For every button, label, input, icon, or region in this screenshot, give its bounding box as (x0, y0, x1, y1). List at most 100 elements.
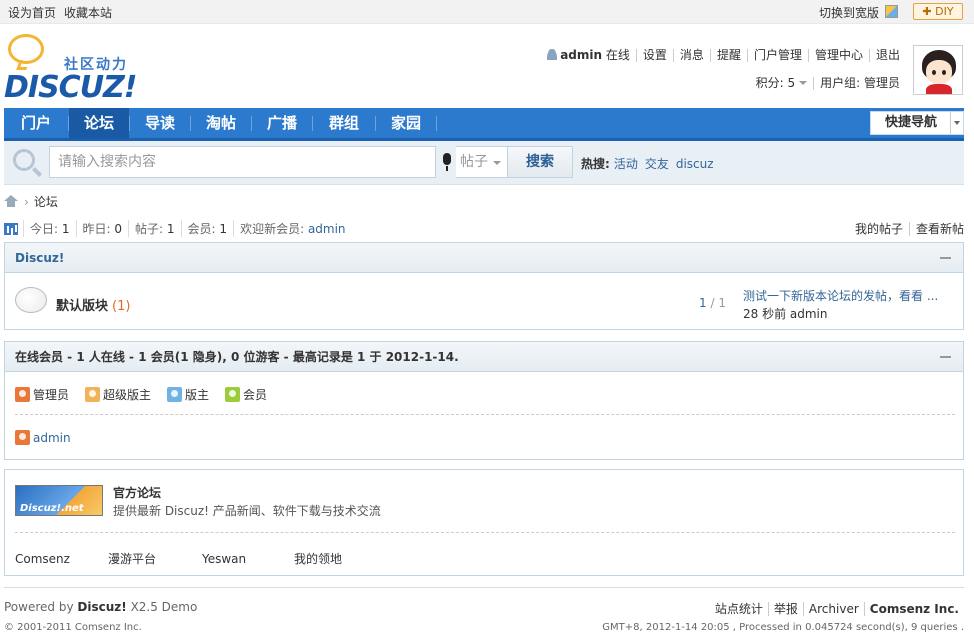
hot-keyword[interactable]: discuz (676, 157, 714, 171)
main-nav: 门户 论坛 导读 淘帖 广播 群组 家园 快捷导航 (4, 108, 964, 141)
copyright: © 2001-2011 Comsenz Inc. (4, 622, 142, 633)
hot-keyword[interactable]: 活动 (614, 157, 638, 171)
site-stats-link[interactable]: 站点统计 (710, 602, 768, 616)
friend-link[interactable]: Comsenz (15, 552, 108, 566)
username-link[interactable]: admin (560, 48, 602, 62)
microphone-icon[interactable] (443, 153, 451, 171)
admin-center-link[interactable]: 管理中心 (807, 49, 869, 62)
switch-wide-link[interactable]: 切换到宽版 (819, 4, 879, 21)
user-nav: admin 在线 设置 消息 提醒 门户管理 管理中心 退出 (541, 48, 906, 62)
online-member[interactable]: admin (15, 430, 71, 445)
search-button[interactable]: 搜索 (507, 146, 573, 178)
collapse-icon[interactable] (940, 356, 951, 358)
forum-bubble-icon (15, 287, 47, 313)
credits-label: 积分: 5 (755, 76, 796, 90)
super-moderator-user-icon (85, 387, 101, 402)
online-member-name[interactable]: admin (33, 431, 71, 445)
footer-divider (4, 587, 964, 588)
logo-wordmark: DISCUZ! (4, 70, 137, 105)
notices-link[interactable]: 提醒 (709, 49, 747, 62)
site-logo[interactable]: 社区动力 DISCUZ! (4, 30, 144, 105)
quick-nav-button[interactable]: 快捷导航 (870, 111, 964, 135)
breadcrumb: › 论坛 (4, 193, 58, 210)
forum-group-title[interactable]: Discuz! (15, 251, 64, 265)
wide-mode-icon[interactable] (885, 5, 898, 18)
friend-link[interactable]: 我的领地 (294, 550, 342, 567)
company-link[interactable]: Comsenz Inc. (870, 602, 959, 616)
last-post-link[interactable]: 测试一下新版本论坛的发帖，看看 ... (743, 287, 955, 304)
nav-tab-collection[interactable]: 淘帖 (191, 108, 251, 138)
nav-tab-groups[interactable]: 群组 (313, 108, 375, 138)
official-forum-link[interactable]: 官方论坛 (113, 484, 161, 501)
chevron-right-icon: › (24, 195, 29, 209)
nav-tab-guide[interactable]: 导读 (130, 108, 190, 138)
breadcrumb-current[interactable]: 论坛 (34, 195, 58, 209)
set-home-link[interactable]: 设为首页 (8, 6, 56, 20)
chevron-down-icon (493, 161, 501, 165)
logout-link[interactable]: 退出 (868, 49, 906, 62)
search-bar: 请输入搜索内容 帖子 搜索 热搜: 活动 交友 discuz (4, 141, 964, 185)
stat-yesterday: 昨日: 0 (75, 220, 129, 237)
forum-group-header: Discuz! (5, 243, 963, 273)
legend-admin: 管理员 (15, 387, 69, 402)
admin-user-icon (15, 430, 30, 445)
forum-posts: 1 (718, 296, 726, 310)
admin-user-icon (15, 387, 30, 402)
hot-search-label: 热搜: (581, 157, 610, 171)
portal-admin-link[interactable]: 门户管理 (746, 49, 808, 62)
report-link[interactable]: 举报 (767, 602, 803, 616)
forum-counts: 1 / 1 (699, 296, 726, 310)
friend-links-box: Discuz!.net 官方论坛 提供最新 Discuz! 产品新闻、软件下载与… (4, 469, 964, 576)
diy-button[interactable]: ✚ DIY (913, 3, 963, 20)
online-members-header: 在线会员 - 1 人在线 - 1 会员(1 隐身), 0 位游客 - 最高记录是… (5, 342, 963, 372)
hot-keyword[interactable]: 交友 (645, 157, 669, 171)
user-status: admin 在线 (541, 49, 636, 62)
friend-link[interactable]: Yeswan (202, 552, 294, 566)
official-forum-banner[interactable]: Discuz!.net (15, 485, 103, 516)
archiver-link[interactable]: Archiver (802, 602, 864, 616)
home-icon[interactable] (4, 195, 18, 207)
new-posts-link[interactable]: 查看新帖 (908, 222, 964, 236)
legend-super-moderator: 超级版主 (85, 387, 151, 402)
newest-member-link[interactable]: admin (308, 222, 346, 236)
search-scope-value: 帖子 (460, 154, 488, 170)
search-scope-select[interactable]: 帖子 (456, 146, 508, 178)
text-links: Comsenz 漫游平台 Yeswan 我的领地 (15, 550, 342, 567)
user-icon (547, 49, 558, 60)
top-bar: 设为首页 收藏本站 切换到宽版 ✚ DIY (0, 0, 974, 24)
forum-name-link[interactable]: 默认版块 (56, 299, 108, 314)
search-input[interactable]: 请输入搜索内容 (49, 146, 436, 178)
moderator-user-icon (167, 387, 183, 402)
last-post-meta[interactable]: 28 秒前 admin (743, 305, 828, 322)
avatar[interactable] (913, 45, 963, 95)
nav-tab-forum[interactable]: 论坛 (69, 108, 129, 138)
powered-by: Powered by Discuz! X2.5 Demo (4, 600, 198, 614)
quick-nav-label: 快捷导航 (885, 115, 938, 130)
user-group-link[interactable]: 用户组: 管理员 (813, 77, 906, 90)
top-links: 设为首页 收藏本站 (8, 4, 120, 21)
nav-tab-broadcast[interactable]: 广播 (252, 108, 312, 138)
online-status[interactable]: 在线 (606, 48, 630, 62)
credits-dropdown[interactable]: 积分: 5 (750, 77, 814, 90)
my-links: 我的帖子 查看新帖 (849, 220, 964, 237)
collapse-icon[interactable] (940, 257, 951, 259)
online-members-title: 在线会员 - 1 人在线 - 1 会员(1 隐身), 0 位游客 - 最高记录是… (15, 350, 459, 364)
member-user-icon (225, 387, 241, 402)
forum-group-box: Discuz! 默认版块 (1) 1 / 1 测试一下新版本论坛的发帖，看看 ..… (4, 242, 964, 330)
nav-tab-home[interactable]: 家园 (376, 108, 436, 138)
nav-tab-portal[interactable]: 门户 (4, 108, 68, 138)
forum-today-count: (1) (112, 299, 131, 314)
stat-members-value: 1 (219, 222, 228, 236)
friend-link[interactable]: 漫游平台 (108, 550, 202, 567)
official-forum-description: 提供最新 Discuz! 产品新闻、软件下载与技术交流 (113, 504, 381, 518)
discuz-link[interactable]: Discuz! (77, 600, 126, 614)
stat-yesterday-value: 0 (114, 222, 123, 236)
user-info: 积分: 5 用户组: 管理员 (750, 76, 906, 90)
bookmark-link[interactable]: 收藏本站 (64, 6, 112, 20)
search-placeholder: 请输入搜索内容 (58, 154, 156, 170)
my-posts-link[interactable]: 我的帖子 (849, 222, 909, 236)
messages-link[interactable]: 消息 (672, 49, 710, 62)
settings-link[interactable]: 设置 (635, 49, 673, 62)
member-legend: 管理员 超级版主 版主 会员 (15, 386, 283, 403)
forum-threads: 1 (699, 296, 707, 310)
